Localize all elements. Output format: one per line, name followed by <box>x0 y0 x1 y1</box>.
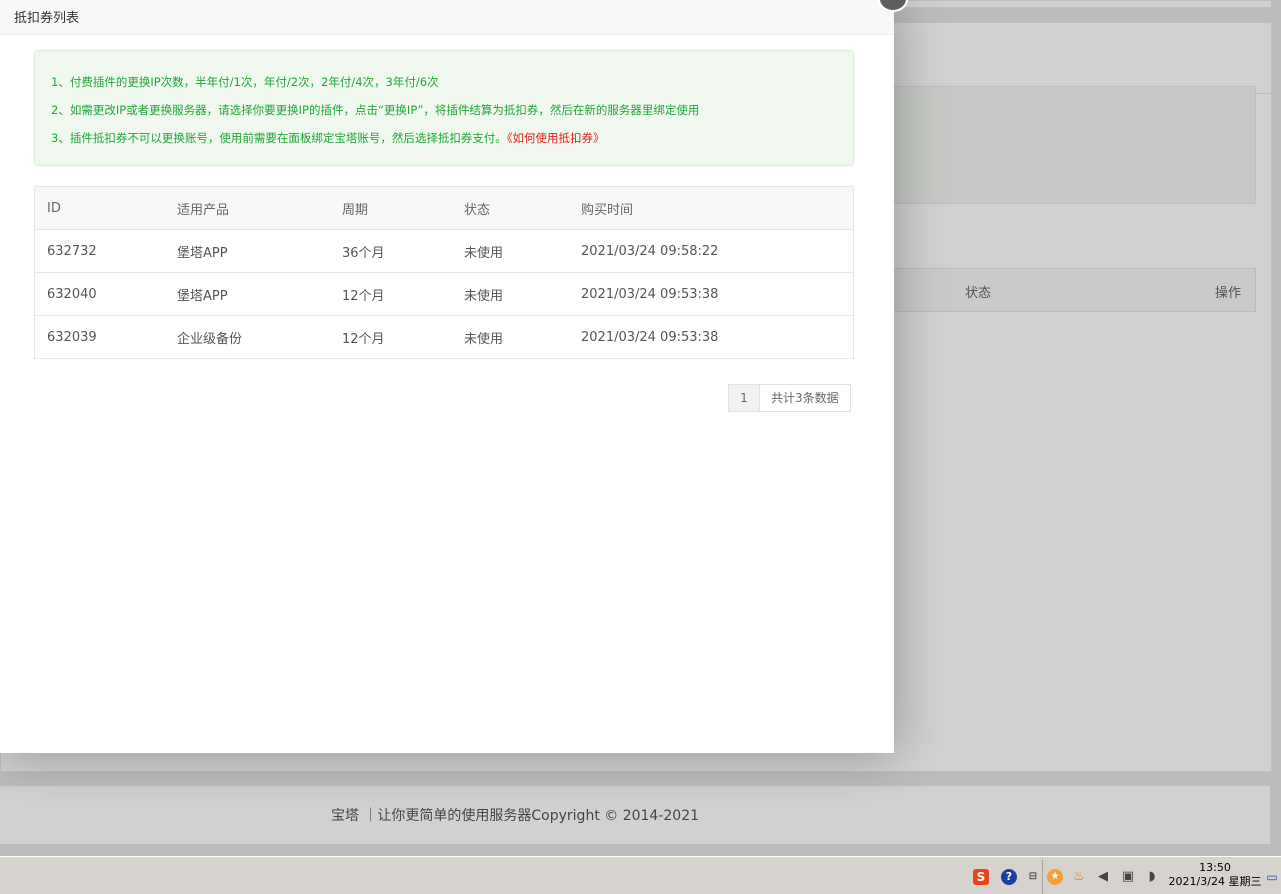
notice-line-3: 3、插件抵扣券不可以更换账号，使用前需要在面板绑定宝塔账号，然后选择抵扣券支付。… <box>51 130 605 146</box>
cell-id: 632732 <box>34 229 165 273</box>
notice-line-1: 1、付费插件的更换IP次数，半年付/1次，年付/2次，2年付/4次，3年付/6次 <box>51 75 439 89</box>
how-to-use-link[interactable]: 《如何使用抵扣券》 <box>507 131 605 145</box>
header-period: 周期 <box>330 186 452 230</box>
cell-period: 12个月 <box>330 315 452 359</box>
tray-orange-icon[interactable]: ★ <box>1047 869 1063 885</box>
cell-time: 2021/03/24 09:58:22 <box>569 229 854 273</box>
tray-flame-icon[interactable]: ♨ <box>1071 869 1087 885</box>
table-row: 632732 堡塔APP 36个月 未使用 2021/03/24 09:58:2… <box>34 229 854 273</box>
coupon-table: ID 适用产品 周期 状态 购买时间 632732 堡塔APP 36个月 未使用… <box>34 186 854 359</box>
cell-id: 632040 <box>34 272 165 316</box>
cell-status: 未使用 <box>452 229 569 273</box>
volume-icon[interactable]: ◀ <box>1095 869 1111 885</box>
header-status: 状态 <box>452 186 569 230</box>
cell-status: 未使用 <box>452 315 569 359</box>
notice-line-2: 2、如需更改IP或者更换服务器，请选择你要更换IP的插件，点击“更换IP”，将插… <box>51 103 700 117</box>
cell-product: 企业级备份 <box>165 315 330 359</box>
cell-time: 2021/03/24 09:53:38 <box>569 272 854 316</box>
help-icon[interactable]: ? <box>1001 869 1017 885</box>
notice-line-3-text: 3、插件抵扣券不可以更换账号，使用前需要在面板绑定宝塔账号，然后选择抵扣券支付。 <box>51 131 507 145</box>
cell-product: 堡塔APP <box>165 272 330 316</box>
cell-product: 堡塔APP <box>165 229 330 273</box>
language-icon[interactable]: ⊟ <box>1025 869 1041 885</box>
desktop-icon[interactable]: ▭ <box>1264 869 1280 885</box>
table-row: 632039 企业级备份 12个月 未使用 2021/03/24 09:53:3… <box>34 315 854 359</box>
table-row: 632040 堡塔APP 12个月 未使用 2021/03/24 09:53:3… <box>34 272 854 316</box>
pagination: 1 共计3条数据 <box>728 384 851 412</box>
taskbar: S ? ⊟ ★ ♨ ◀ ▣ ◗ 13:50 2021/3/24 星期三 ▭ <box>0 856 1281 894</box>
taskbar-clock[interactable]: 13:50 2021/3/24 星期三 <box>1168 861 1262 889</box>
header-product: 适用产品 <box>165 186 330 230</box>
header-id: ID <box>34 186 165 230</box>
sound-wave-icon[interactable]: ◗ <box>1144 869 1160 885</box>
cell-id: 632039 <box>34 315 165 359</box>
notice-box: 1、付费插件的更换IP次数，半年付/1次，年付/2次，2年付/4次，3年付/6次… <box>34 50 854 166</box>
cell-period: 12个月 <box>330 272 452 316</box>
pagination-total: 共计3条数据 <box>760 385 850 411</box>
modal-title: 抵扣券列表 <box>14 11 80 26</box>
cell-time: 2021/03/24 09:53:38 <box>569 315 854 359</box>
header-purchase-time: 购买时间 <box>569 186 854 230</box>
cell-period: 36个月 <box>330 229 452 273</box>
page-1-button[interactable]: 1 <box>729 385 760 411</box>
network-icon[interactable]: ▣ <box>1120 869 1136 885</box>
clock-time: 13:50 <box>1199 861 1231 874</box>
coupon-list-modal: 抵扣券列表 1、付费插件的更换IP次数，半年付/1次，年付/2次，2年付/4次，… <box>0 0 908 753</box>
sogou-ime-icon[interactable]: S <box>973 869 989 885</box>
cell-status: 未使用 <box>452 272 569 316</box>
modal-header: 抵扣券列表 <box>0 0 894 35</box>
clock-date: 2021/3/24 星期三 <box>1168 875 1262 888</box>
table-header-row: ID 适用产品 周期 状态 购买时间 <box>34 186 854 230</box>
